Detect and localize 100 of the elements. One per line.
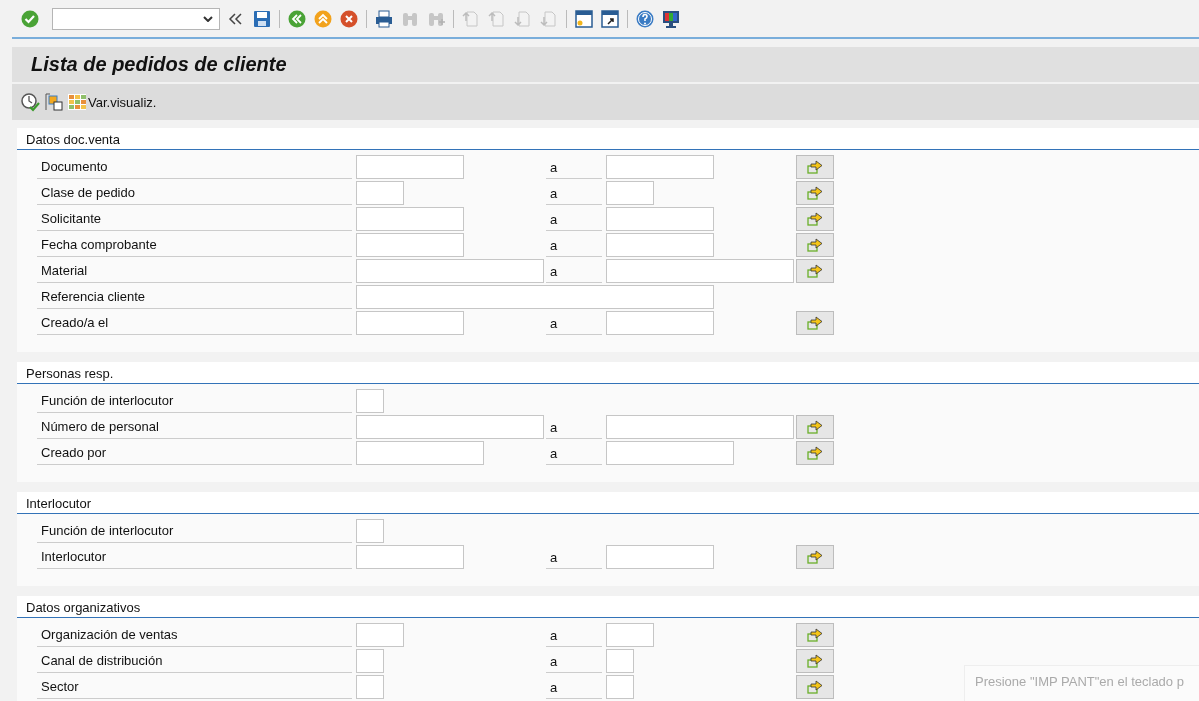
arrow-icon xyxy=(807,160,823,174)
range-label: a xyxy=(546,545,602,569)
save-icon[interactable] xyxy=(252,8,272,29)
input-field[interactable] xyxy=(606,155,714,179)
grid-icon xyxy=(68,94,86,110)
input-field[interactable] xyxy=(606,545,714,569)
field-label: Referencia cliente xyxy=(37,285,352,309)
exit-icon[interactable] xyxy=(313,8,333,29)
input-field[interactable] xyxy=(356,649,384,673)
input-field[interactable] xyxy=(606,311,714,335)
field-label: Interlocutor xyxy=(37,545,352,569)
input-field[interactable] xyxy=(356,155,464,179)
field-label: Creado/a el xyxy=(37,311,352,335)
input-field[interactable] xyxy=(356,623,404,647)
input-field[interactable] xyxy=(356,675,384,699)
input-field[interactable] xyxy=(606,181,654,205)
field-label: Número de personal xyxy=(37,415,352,439)
range-label: a xyxy=(546,207,602,231)
command-field[interactable] xyxy=(52,7,220,30)
input-field[interactable] xyxy=(606,675,634,699)
input-field[interactable] xyxy=(606,441,734,465)
multiple-selection-button[interactable] xyxy=(796,233,834,257)
range-label: a xyxy=(546,155,602,179)
dropdown-caret-icon[interactable] xyxy=(203,15,213,22)
arrow-icon xyxy=(807,420,823,434)
variant-icon[interactable] xyxy=(44,92,64,112)
arrow-icon xyxy=(807,186,823,200)
print-icon[interactable] xyxy=(374,8,394,29)
section-title: Interlocutor xyxy=(17,492,1199,514)
page-title: Lista de pedidos de cliente xyxy=(31,53,287,76)
arrow-icon xyxy=(807,628,823,642)
back-icon[interactable] xyxy=(287,8,307,29)
multiple-selection-button[interactable] xyxy=(796,623,834,647)
multiple-selection-button[interactable] xyxy=(796,181,834,205)
arrow-icon xyxy=(807,212,823,226)
field-label: Clase de pedido xyxy=(37,181,352,205)
arrow-icon xyxy=(807,446,823,460)
field-label: Solicitante xyxy=(37,207,352,231)
input-field[interactable] xyxy=(356,259,544,283)
input-field[interactable] xyxy=(356,441,484,465)
arrow-icon xyxy=(807,680,823,694)
arrow-icon xyxy=(807,316,823,330)
arrow-icon xyxy=(807,238,823,252)
section-title: Datos doc.venta xyxy=(17,128,1199,150)
multiple-selection-button[interactable] xyxy=(796,675,834,699)
range-label: a xyxy=(546,623,602,647)
input-field[interactable] xyxy=(606,623,654,647)
multiple-selection-button[interactable] xyxy=(796,441,834,465)
arrow-icon xyxy=(807,264,823,278)
help-icon[interactable] xyxy=(635,8,655,29)
multiple-selection-button[interactable] xyxy=(796,545,834,569)
field-label: Función de interlocutor xyxy=(37,519,352,543)
multiple-selection-button[interactable] xyxy=(796,155,834,179)
input-field[interactable] xyxy=(606,233,714,257)
field-label: Canal de distribución xyxy=(37,649,352,673)
multiple-selection-button[interactable] xyxy=(796,311,834,335)
multiple-selection-button[interactable] xyxy=(796,415,834,439)
multiple-selection-button[interactable] xyxy=(796,259,834,283)
field-label: Creado por xyxy=(37,441,352,465)
range-label: a xyxy=(546,649,602,673)
range-label: a xyxy=(546,415,602,439)
notification-text: Presione "IMP PANT"en el teclado p xyxy=(975,674,1184,689)
field-label: Sector xyxy=(37,675,352,699)
input-field[interactable] xyxy=(356,181,404,205)
input-field[interactable] xyxy=(356,311,464,335)
arrow-icon xyxy=(807,654,823,668)
field-label: Material xyxy=(37,259,352,283)
input-field[interactable] xyxy=(356,545,464,569)
range-label: a xyxy=(546,259,602,283)
input-field[interactable] xyxy=(356,519,384,543)
check-icon[interactable] xyxy=(20,8,40,29)
input-field[interactable] xyxy=(606,259,794,283)
layout-variant-button[interactable]: Var.visualiz. xyxy=(68,94,157,110)
input-field[interactable] xyxy=(356,207,464,231)
range-label: a xyxy=(546,233,602,257)
multiple-selection-button[interactable] xyxy=(796,207,834,231)
input-field[interactable] xyxy=(606,649,634,673)
clock-check-icon[interactable] xyxy=(20,92,40,112)
arrow-icon xyxy=(807,550,823,564)
input-field[interactable] xyxy=(356,285,714,309)
shortcut-icon[interactable] xyxy=(600,8,620,29)
range-label: a xyxy=(546,441,602,465)
section-title: Datos organizativos xyxy=(17,596,1199,618)
field-label: Organización de ventas xyxy=(37,623,352,647)
input-field[interactable] xyxy=(356,389,384,413)
range-label: a xyxy=(546,675,602,699)
input-field[interactable] xyxy=(606,415,794,439)
range-label: a xyxy=(546,311,602,335)
input-field[interactable] xyxy=(356,233,464,257)
field-label: Fecha comprobante xyxy=(37,233,352,257)
field-label: Función de interlocutor xyxy=(37,389,352,413)
input-field[interactable] xyxy=(606,207,714,231)
monitor-icon[interactable] xyxy=(661,8,681,29)
input-field[interactable] xyxy=(356,415,544,439)
new-window-icon[interactable] xyxy=(574,8,594,29)
range-label: a xyxy=(546,181,602,205)
cancel-icon[interactable] xyxy=(339,8,359,29)
section-title: Personas resp. xyxy=(17,362,1199,384)
field-label: Documento xyxy=(37,155,352,179)
multiple-selection-button[interactable] xyxy=(796,649,834,673)
